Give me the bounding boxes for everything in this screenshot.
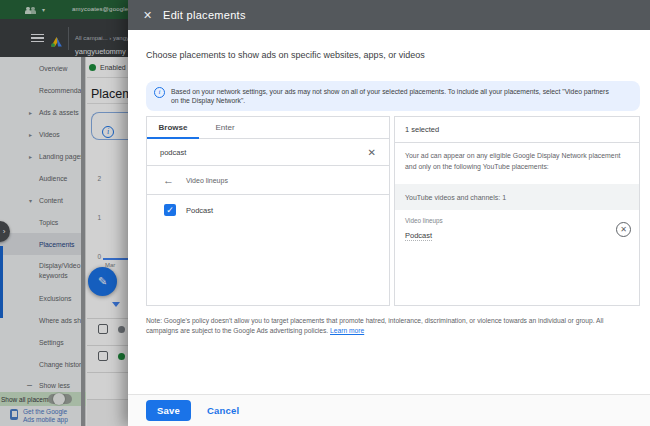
- learn-more-link[interactable]: Learn more: [330, 327, 364, 334]
- placement-browser: Browse Enter podcast ✕ ← Video lineups ✓: [146, 116, 390, 306]
- close-icon[interactable]: ✕: [143, 9, 163, 22]
- selected-item: Video lineups Podcast ✕: [395, 210, 639, 242]
- checkbox-checked-icon[interactable]: ✓: [164, 204, 176, 216]
- network-info-banner: i Based on your network settings, your a…: [146, 81, 640, 111]
- dialog-subtitle: Choose placements to show ads on specifi…: [146, 50, 640, 60]
- screen: ▾ amycoates@google.co All campai... › ya…: [0, 0, 650, 426]
- tab-enter[interactable]: Enter: [199, 117, 251, 138]
- save-button[interactable]: Save: [146, 400, 191, 421]
- info-icon: i: [154, 87, 165, 98]
- banner-text: Based on your network settings, your ads…: [171, 87, 614, 105]
- selected-panel: 1 selected Your ad can appear on any eli…: [394, 116, 640, 306]
- selected-item-name: Podcast: [405, 231, 432, 241]
- group-row-video-lineups[interactable]: ← Video lineups: [147, 166, 389, 195]
- clear-search-icon[interactable]: ✕: [368, 147, 376, 158]
- dialog-footer: Save Cancel: [128, 394, 650, 426]
- active-tab-indicator: [147, 137, 199, 140]
- remove-icon[interactable]: ✕: [616, 222, 631, 237]
- selected-item-category: Video lineups: [405, 217, 443, 224]
- selected-count: 1 selected: [395, 117, 639, 143]
- tab-bar: Browse Enter: [147, 117, 389, 139]
- dialog-header: ✕ Edit placements: [128, 0, 650, 30]
- tab-browse[interactable]: Browse: [147, 117, 199, 138]
- search-input[interactable]: podcast ✕: [147, 139, 389, 166]
- dialog-title: Edit placements: [163, 9, 246, 21]
- option-podcast[interactable]: ✓ Podcast: [147, 195, 389, 225]
- cancel-button[interactable]: Cancel: [207, 405, 239, 416]
- search-value: podcast: [160, 148, 368, 157]
- back-arrow-icon[interactable]: ←: [163, 174, 176, 186]
- edit-placements-dialog: ✕ Edit placements Choose placements to s…: [128, 0, 650, 426]
- selected-group-header: YouTube videos and channels: 1: [395, 184, 639, 210]
- policy-note: Note: Google's policy doesn't allow you …: [146, 316, 632, 336]
- dialog-body: Choose placements to show ads on specifi…: [128, 50, 650, 336]
- selected-description: Your ad can appear on any eligible Googl…: [395, 143, 639, 172]
